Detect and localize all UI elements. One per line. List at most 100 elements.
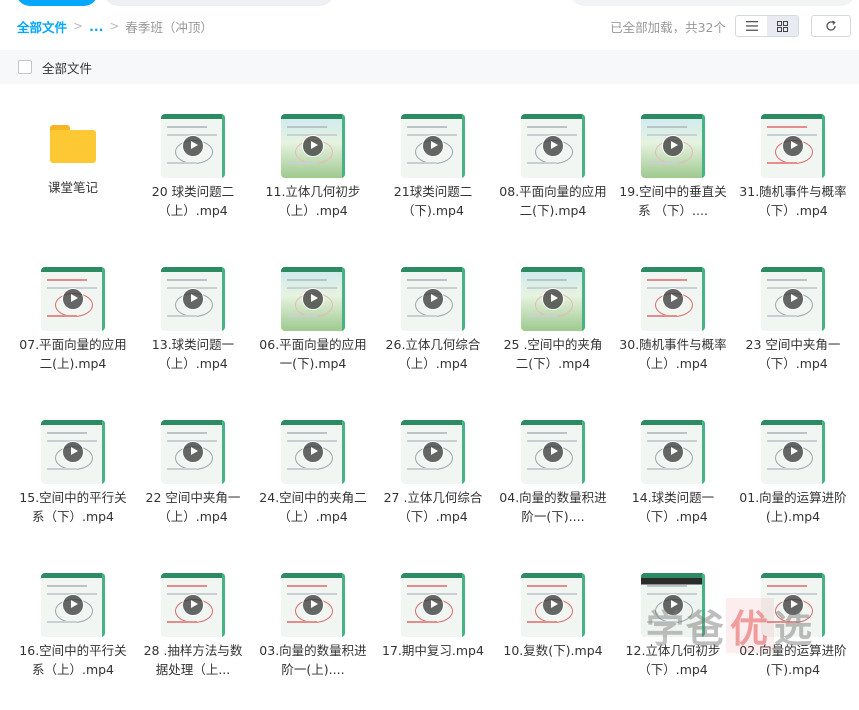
file-name: 17.期中复习.mp4 bbox=[382, 643, 484, 658]
file-item[interactable]: 23 空间中夹角一（下）.mp4 bbox=[733, 251, 853, 404]
select-all-checkbox[interactable] bbox=[18, 60, 32, 74]
list-view-button[interactable] bbox=[736, 16, 767, 36]
file-item[interactable]: 08.平面向量的应用二(下).mp4 bbox=[493, 98, 613, 251]
play-icon bbox=[662, 135, 684, 157]
top-toolbar bbox=[0, 0, 859, 8]
play-icon bbox=[182, 441, 204, 463]
video-thumbnail bbox=[521, 420, 585, 484]
play-icon bbox=[662, 288, 684, 310]
file-name: 21球类问题二（下).mp4 bbox=[393, 184, 473, 218]
file-item[interactable]: 26.立体几何综合（上）.mp4 bbox=[373, 251, 493, 404]
file-name: 20 球类问题二（上）.mp4 bbox=[151, 184, 235, 218]
file-name: 10.复数(下).mp4 bbox=[503, 643, 603, 658]
file-item[interactable]: 03.向量的数量积进阶一(上).... bbox=[253, 557, 373, 710]
file-item[interactable]: 22 空间中夹角一（上）.mp4 bbox=[133, 404, 253, 557]
play-icon bbox=[422, 594, 444, 616]
file-item[interactable]: 16.空间中的平行关系（上）.mp4 bbox=[13, 557, 133, 710]
file-name: 课堂笔记 bbox=[47, 180, 98, 195]
breadcrumb: 全部文件 > ... > 春季班（冲顶） bbox=[17, 17, 213, 35]
file-item[interactable]: 17.期中复习.mp4 bbox=[373, 557, 493, 710]
video-thumbnail bbox=[161, 420, 225, 484]
file-name: 15.空间中的平行关系（下）.mp4 bbox=[19, 490, 127, 524]
file-item[interactable]: 19.空间中的垂直关系 （下）.... bbox=[613, 98, 733, 251]
file-item[interactable]: 25 .空间中的夹角二(下）.mp4 bbox=[493, 251, 613, 404]
upload-button[interactable] bbox=[16, 0, 98, 6]
file-item[interactable]: 07.平面向量的应用二(上).mp4 bbox=[13, 251, 133, 404]
select-all-label: 全部文件 bbox=[42, 60, 93, 76]
file-name: 11.立体几何初步（上）.mp4 bbox=[265, 184, 361, 218]
file-name: 26.立体几何综合（上）.mp4 bbox=[385, 337, 481, 371]
video-thumbnail bbox=[641, 114, 705, 178]
file-item[interactable]: 04.向量的数量积进阶一(下).... bbox=[493, 404, 613, 557]
video-thumbnail bbox=[761, 420, 825, 484]
file-item[interactable]: 31.随机事件与概率（下）.mp4 bbox=[733, 98, 853, 251]
watermark-char: 优 bbox=[726, 597, 775, 653]
video-thumbnail bbox=[401, 573, 465, 637]
file-name: 23 空间中夹角一（下）.mp4 bbox=[745, 337, 841, 371]
file-name: 16.空间中的平行关系（上）.mp4 bbox=[19, 643, 127, 677]
list-icon bbox=[745, 21, 758, 31]
file-name: 30.随机事件与概率（上）.mp4 bbox=[619, 337, 727, 371]
video-thumbnail bbox=[161, 573, 225, 637]
breadcrumb-current: 春季班（冲顶） bbox=[125, 19, 213, 35]
grid-icon bbox=[777, 20, 788, 32]
file-item[interactable]: 15.空间中的平行关系（下）.mp4 bbox=[13, 404, 133, 557]
play-icon bbox=[302, 288, 324, 310]
file-item[interactable]: 01.向量的运算进阶(上).mp4 bbox=[733, 404, 853, 557]
file-name: 14.球类问题一（下）.mp4 bbox=[631, 490, 715, 524]
file-name: 07.平面向量的应用二(上).mp4 bbox=[19, 337, 127, 371]
video-thumbnail bbox=[521, 267, 585, 331]
watermark-char: 学 bbox=[646, 606, 687, 651]
file-item[interactable]: 28 .抽样方法与数据处理（上... bbox=[133, 557, 253, 710]
play-icon bbox=[62, 441, 84, 463]
file-name: 22 空间中夹角一（上）.mp4 bbox=[145, 490, 241, 524]
play-icon bbox=[542, 441, 564, 463]
file-item[interactable]: 13.球类问题一（上）.mp4 bbox=[133, 251, 253, 404]
breadcrumb-ellipsis[interactable]: ... bbox=[89, 19, 103, 34]
play-icon bbox=[182, 135, 204, 157]
breadcrumb-root[interactable]: 全部文件 bbox=[17, 17, 67, 36]
search-input[interactable] bbox=[570, 0, 855, 6]
play-icon bbox=[62, 288, 84, 310]
file-name: 24.空间中的夹角二（上）.mp4 bbox=[259, 490, 367, 524]
folder-item[interactable]: 课堂笔记 bbox=[13, 98, 133, 251]
file-item[interactable]: 11.立体几何初步（上）.mp4 bbox=[253, 98, 373, 251]
file-item[interactable]: 30.随机事件与概率（上）.mp4 bbox=[613, 251, 733, 404]
play-icon bbox=[422, 288, 444, 310]
watermark: 学 爸 优 选 bbox=[646, 597, 846, 653]
play-icon bbox=[782, 288, 804, 310]
file-item[interactable]: 06.平面向量的应用一(下).mp4 bbox=[253, 251, 373, 404]
view-toggle bbox=[735, 15, 799, 37]
video-thumbnail bbox=[641, 420, 705, 484]
play-icon bbox=[782, 441, 804, 463]
video-thumbnail bbox=[401, 420, 465, 484]
file-name: 13.球类问题一（上）.mp4 bbox=[151, 337, 235, 371]
file-name: 08.平面向量的应用二(下).mp4 bbox=[499, 184, 607, 218]
toolbar-action-group[interactable] bbox=[104, 0, 334, 6]
file-name: 31.随机事件与概率（下）.mp4 bbox=[739, 184, 847, 218]
chevron-right-icon: > bbox=[109, 19, 120, 33]
file-item[interactable]: 10.复数(下).mp4 bbox=[493, 557, 613, 710]
video-thumbnail bbox=[401, 267, 465, 331]
video-thumbnail bbox=[521, 573, 585, 637]
file-item[interactable]: 27 .立体几何综合（下）.mp4 bbox=[373, 404, 493, 557]
grid-view-button[interactable] bbox=[767, 16, 798, 36]
video-thumbnail bbox=[281, 267, 345, 331]
video-thumbnail bbox=[281, 573, 345, 637]
play-icon bbox=[302, 594, 324, 616]
chevron-right-icon: > bbox=[73, 19, 84, 33]
play-icon bbox=[422, 135, 444, 157]
refresh-icon bbox=[826, 20, 836, 31]
play-icon bbox=[782, 135, 804, 157]
video-thumbnail bbox=[41, 420, 105, 484]
file-name: 27 .立体几何综合（下）.mp4 bbox=[383, 490, 483, 524]
file-item[interactable]: 14.球类问题一（下）.mp4 bbox=[613, 404, 733, 557]
play-icon bbox=[182, 594, 204, 616]
file-item[interactable]: 24.空间中的夹角二（上）.mp4 bbox=[253, 404, 373, 557]
refresh-button[interactable] bbox=[811, 15, 851, 37]
file-item[interactable]: 20 球类问题二（上）.mp4 bbox=[133, 98, 253, 251]
file-name: 19.空间中的垂直关系 （下）.... bbox=[619, 184, 727, 218]
folder-icon bbox=[50, 125, 96, 163]
file-item[interactable]: 21球类问题二（下).mp4 bbox=[373, 98, 493, 251]
play-icon bbox=[542, 594, 564, 616]
